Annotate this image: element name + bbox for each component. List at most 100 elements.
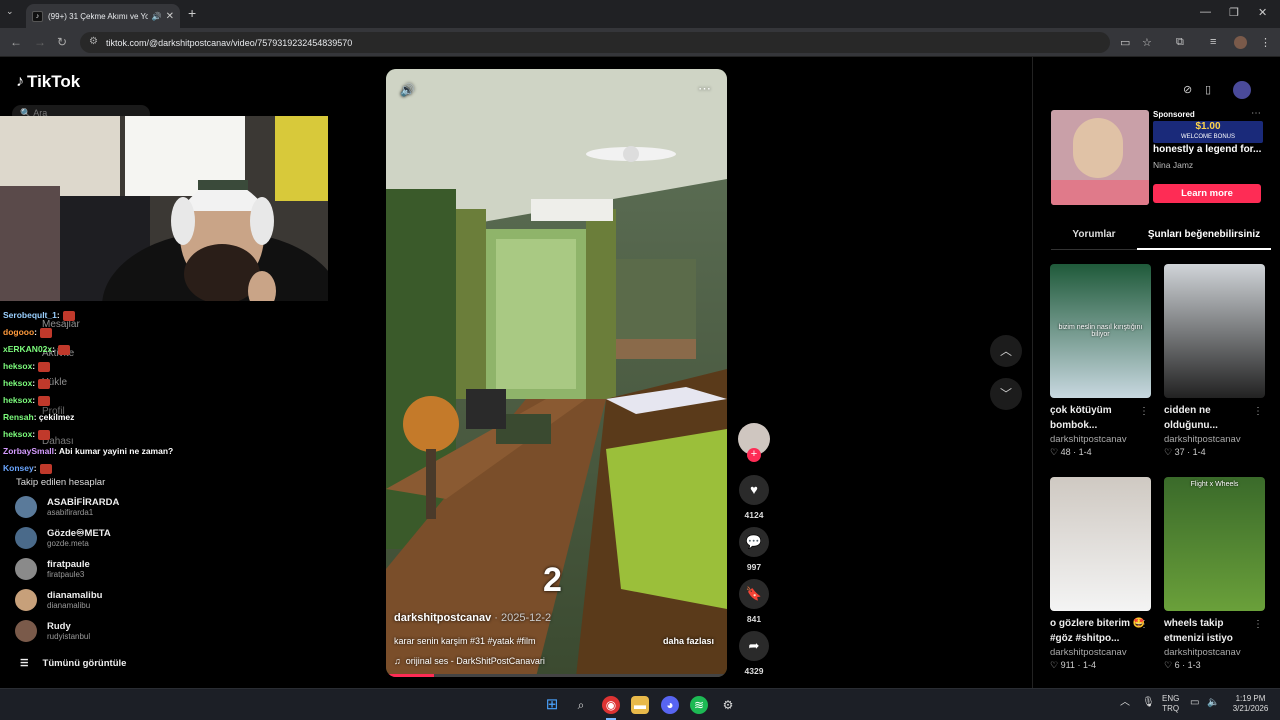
account-avatar (15, 620, 37, 642)
following-account[interactable]: ASABİFİRARDA asabifirarda1 (15, 496, 119, 518)
device-icon[interactable]: ▯ (1205, 83, 1211, 96)
windows-start-icon[interactable]: ⊞ (543, 696, 561, 714)
suggested-video-card[interactable]: ⋮ cidden ne olduğunu... darkshitpostcanav ♡… (1164, 264, 1265, 458)
progress-fill (386, 674, 434, 677)
settings-gear-icon[interactable]: ⚙ (719, 696, 737, 714)
card-author[interactable]: darkshitpostcanav (1164, 647, 1265, 658)
chrome-icon[interactable]: ◉ (602, 696, 620, 714)
new-tab-button[interactable]: + (188, 5, 196, 21)
media-icon[interactable]: ≡ (1210, 36, 1216, 48)
card-author[interactable]: darkshitpostcanav (1050, 647, 1151, 658)
ad-options-icon[interactable]: ⋯ (1251, 108, 1261, 119)
following-account[interactable]: Rudy rudyistanbul (15, 620, 90, 642)
sponsored-ad[interactable]: Sponsored ⋯ $1.00 WELCOME BONUS honestly… (1051, 108, 1263, 205)
tab-comments[interactable]: Yorumlar (1051, 229, 1137, 250)
suggested-video-card[interactable]: ⋮ o gözlere biterim 🤩 #göz #shitpo... dark… (1050, 477, 1151, 671)
card-options-icon[interactable]: ⋮ (1139, 406, 1149, 417)
suggested-video-card[interactable]: bizim neslin nasıl kırıştığını biliyor ⋮ ç… (1050, 264, 1151, 458)
video-player[interactable]: 🔊 ⋯ 2 darkshitpostcanav · 2025-12-2 kara… (386, 69, 727, 677)
language-indicator[interactable]: ENG TRQ (1162, 694, 1179, 714)
previous-video-button[interactable]: ︿ (990, 335, 1022, 367)
bookmark-star-icon[interactable]: ☆ (1142, 36, 1152, 49)
close-window-button[interactable]: ✕ (1258, 6, 1267, 19)
next-video-button[interactable]: ﹀ (990, 378, 1022, 410)
volume-tray-icon[interactable]: 🔈 (1207, 698, 1219, 708)
caption-more-link[interactable]: daha fazlası (663, 636, 714, 646)
following-account[interactable]: firatpaule firatpaule3 (15, 558, 90, 580)
tab-list-button[interactable]: ⌄ (6, 6, 14, 17)
tiktok-page: ♪ TikTok 🔍 Ara Mesajlar Aktivite Yükle P… (0, 57, 1280, 688)
profile-avatar[interactable] (1234, 36, 1247, 49)
follow-plus-icon[interactable]: + (747, 448, 761, 462)
browser-tab[interactable]: ♪ (99+) 31 Çekme Akımı ve Yo 🔊 ✕ (26, 4, 180, 28)
chat-username[interactable]: dogooo (3, 324, 34, 341)
comment-button[interactable]: 💬 997 (738, 527, 770, 572)
sound-link[interactable]: ♫ orijinal ses - DarkShitPostCanavari (394, 656, 545, 666)
card-title: cidden ne olduğunu... (1164, 405, 1218, 431)
progress-track[interactable] (386, 674, 727, 677)
panel-tabs: Yorumlar Şunları beğenebilirsiniz (1051, 229, 1271, 250)
see-all-link[interactable]: ☰ Tümünü görüntüle (20, 658, 126, 669)
back-icon[interactable]: ← (10, 35, 22, 49)
chat-username[interactable]: heksox (3, 426, 32, 443)
like-button[interactable]: ♥ 4124 (738, 475, 770, 520)
account-name: ASABİFİRARDA (47, 496, 120, 508)
share-icon: ➦ (739, 631, 769, 661)
tray-overflow-icon[interactable]: ︿ (1120, 698, 1130, 708)
card-episode: 1-4 (1192, 447, 1206, 457)
forward-icon[interactable]: → (34, 35, 46, 49)
chat-username[interactable]: xERKAN02x (3, 341, 52, 358)
url-field[interactable]: ⚙ tiktok.com/@darkshitpostcanav/video/75… (80, 32, 1110, 53)
card-title: o gözlere biterim 🤩 #göz #shitpo... (1050, 618, 1146, 644)
chat-text: : (32, 361, 36, 371)
following-account[interactable]: dianamalibu dianamalibu (15, 589, 102, 611)
save-button[interactable]: 🔖 841 (738, 579, 770, 624)
user-avatar[interactable] (1233, 81, 1251, 99)
compass-icon[interactable]: ⊘ (1183, 83, 1192, 96)
card-thumbnail (1164, 264, 1265, 398)
chat-username[interactable]: Konsey (3, 460, 34, 477)
audio-icon[interactable]: 🔊 (152, 12, 162, 21)
tab-you-may-like[interactable]: Şunları beğenebilirsiniz (1137, 229, 1271, 250)
card-thumbnail (1050, 477, 1151, 611)
close-tab-icon[interactable]: ✕ (166, 11, 174, 22)
minimize-button[interactable]: — (1200, 6, 1211, 18)
chat-username[interactable]: heksox (3, 375, 32, 392)
video-author[interactable]: darkshitpostcanav · 2025-12-2 (394, 612, 551, 624)
clock[interactable]: 1:19 PM 3/21/2026 (1228, 694, 1273, 714)
tab-title: (99+) 31 Çekme Akımı ve Yo (48, 11, 148, 21)
chat-username[interactable]: Rensah (3, 409, 34, 426)
discord-icon[interactable]: ◕ (661, 696, 679, 714)
card-author[interactable]: darkshitpostcanav (1050, 434, 1151, 445)
tiktok-logo[interactable]: ♪ TikTok (16, 72, 80, 92)
share-count: 4329 (744, 666, 764, 676)
share-button[interactable]: ➦ 4329 (738, 631, 770, 676)
taskbar-search-icon[interactable]: ⌕ (572, 696, 590, 714)
learn-more-button[interactable]: Learn more (1153, 184, 1261, 203)
card-options-icon[interactable]: ⋮ (1253, 619, 1263, 630)
card-options-icon[interactable]: ⋮ (1139, 619, 1149, 630)
file-explorer-icon[interactable]: ▬ (631, 696, 649, 714)
extensions-icon[interactable]: ⧉ (1176, 36, 1184, 49)
reload-icon[interactable]: ↻ (57, 35, 67, 49)
browser-menu-icon[interactable]: ⋮ (1260, 36, 1271, 49)
suggested-video-card[interactable]: Flight x Wheels ⋮ wheels takip etmenizi is… (1164, 477, 1265, 671)
chat-username[interactable]: heksox (3, 358, 32, 375)
cast-icon[interactable]: ▭ (1120, 36, 1130, 49)
network-icon[interactable]: ▭ (1190, 698, 1199, 708)
chat-username[interactable]: Serobeqult_1 (3, 307, 57, 324)
following-account[interactable]: Gözde♾META gozde.meta (15, 527, 111, 549)
chat-username[interactable]: ZorbaySmall (3, 443, 54, 460)
microphone-icon[interactable]: 🎙 (1142, 698, 1155, 708)
volume-icon[interactable]: 🔊 (400, 83, 415, 97)
spotify-icon[interactable]: ≋ (690, 696, 708, 714)
card-options-icon[interactable]: ⋮ (1253, 406, 1263, 417)
author-avatar-button[interactable]: + (738, 423, 770, 462)
chat-text: : Abi kumar yayini ne zaman? (54, 446, 174, 456)
chat-username[interactable]: heksox (3, 392, 32, 409)
thumbnail-caption: Flight x Wheels (1190, 481, 1239, 488)
card-author[interactable]: darkshitpostcanav (1164, 434, 1265, 445)
restore-button[interactable]: ❐ (1229, 6, 1239, 19)
video-options-icon[interactable]: ⋯ (698, 81, 711, 97)
site-info-icon[interactable]: ⚙ (89, 36, 98, 47)
